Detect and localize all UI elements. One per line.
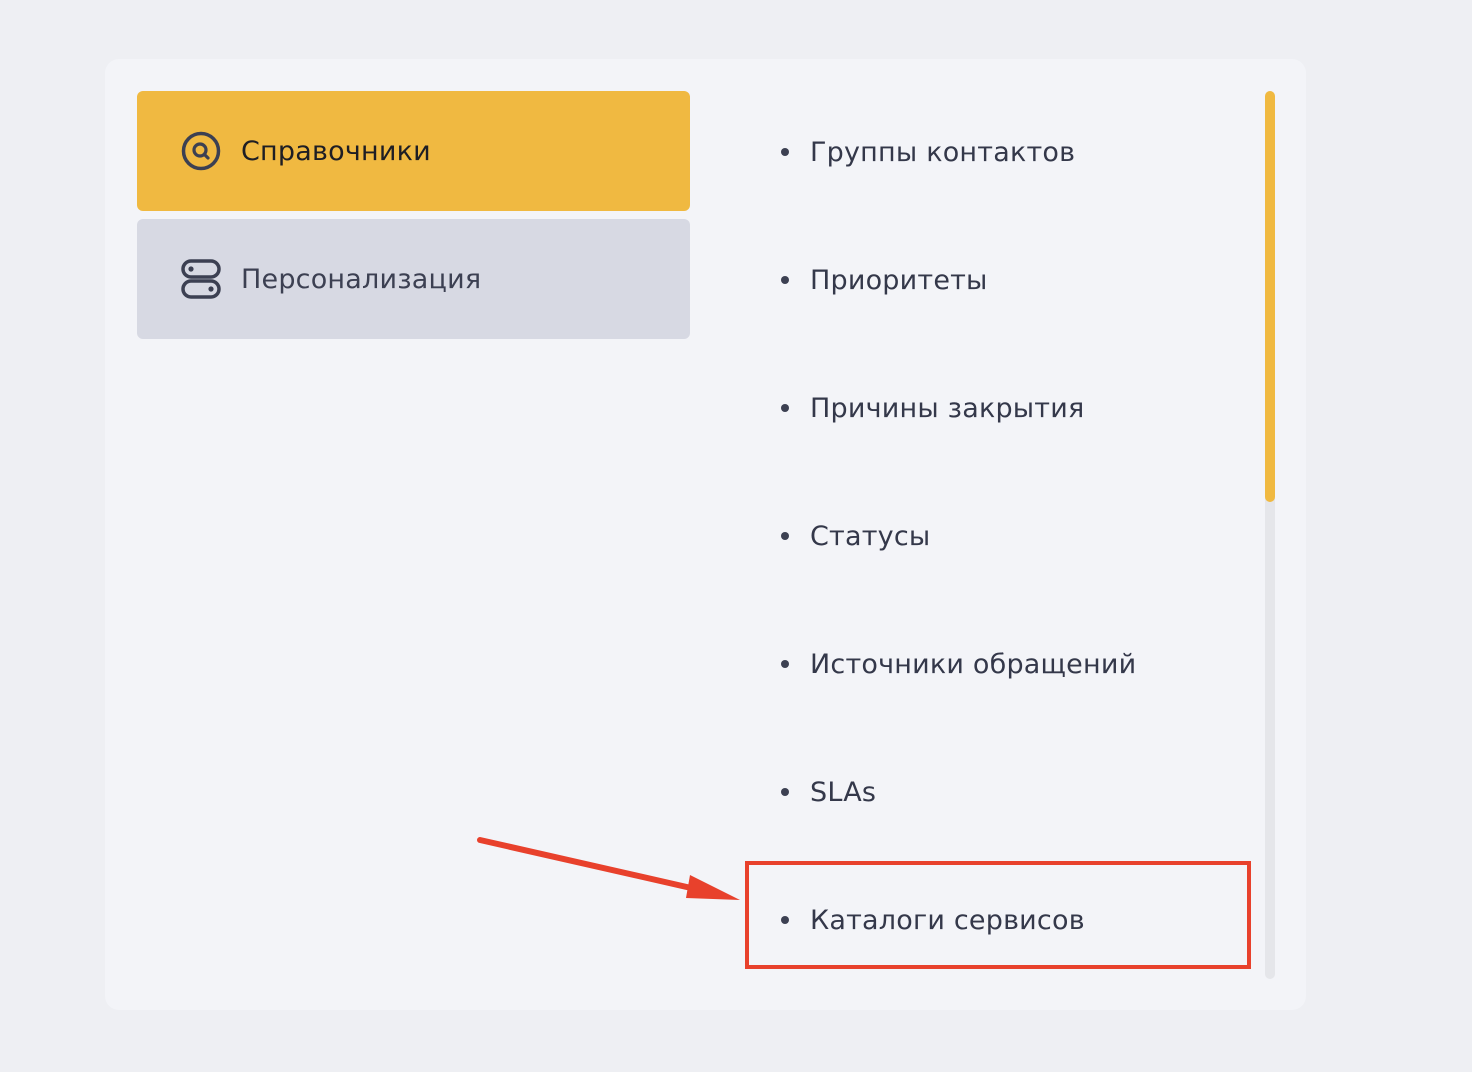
annotation-arrow (477, 837, 740, 900)
